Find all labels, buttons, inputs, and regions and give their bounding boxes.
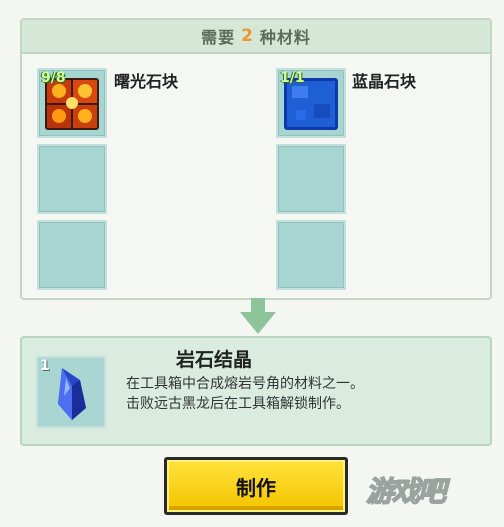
material-count: 1/1 xyxy=(280,70,305,86)
result-panel: 1 岩石结晶 在工具箱中合成熔岩号角的材料之一。 击败远古黑龙后在工具箱解锁制作… xyxy=(20,336,492,446)
craft-button[interactable]: 制作 xyxy=(164,457,348,515)
materials-header: 需要 2 种材料 xyxy=(22,20,490,54)
arrow-down-icon xyxy=(240,298,276,334)
material-name: 曙光石块 xyxy=(114,72,179,91)
material-count: 9/8 xyxy=(41,70,66,86)
material-slot-empty[interactable] xyxy=(37,144,107,214)
material-name: 蓝晶石块 xyxy=(352,72,417,91)
material-slot-empty[interactable] xyxy=(37,220,107,290)
material-slot-empty[interactable] xyxy=(276,144,346,214)
materials-panel: 需要 2 种材料 9/8 曙光石块 1/1 蓝晶石块 xyxy=(20,18,492,300)
result-description: 在工具箱中合成熔岩号角的材料之一。 击败远古黑龙后在工具箱解锁制作。 xyxy=(126,376,364,412)
watermark-logo: 游戏吧 xyxy=(365,474,447,509)
materials-count: 2 xyxy=(241,26,254,46)
material-slot-empty[interactable] xyxy=(276,220,346,290)
result-name: 岩石结晶 xyxy=(176,349,253,371)
material-slot-2[interactable]: 1/1 xyxy=(276,68,346,138)
result-slot[interactable]: 1 xyxy=(36,356,106,428)
material-slot-1[interactable]: 9/8 xyxy=(37,68,107,138)
result-count: 1 xyxy=(40,358,50,374)
